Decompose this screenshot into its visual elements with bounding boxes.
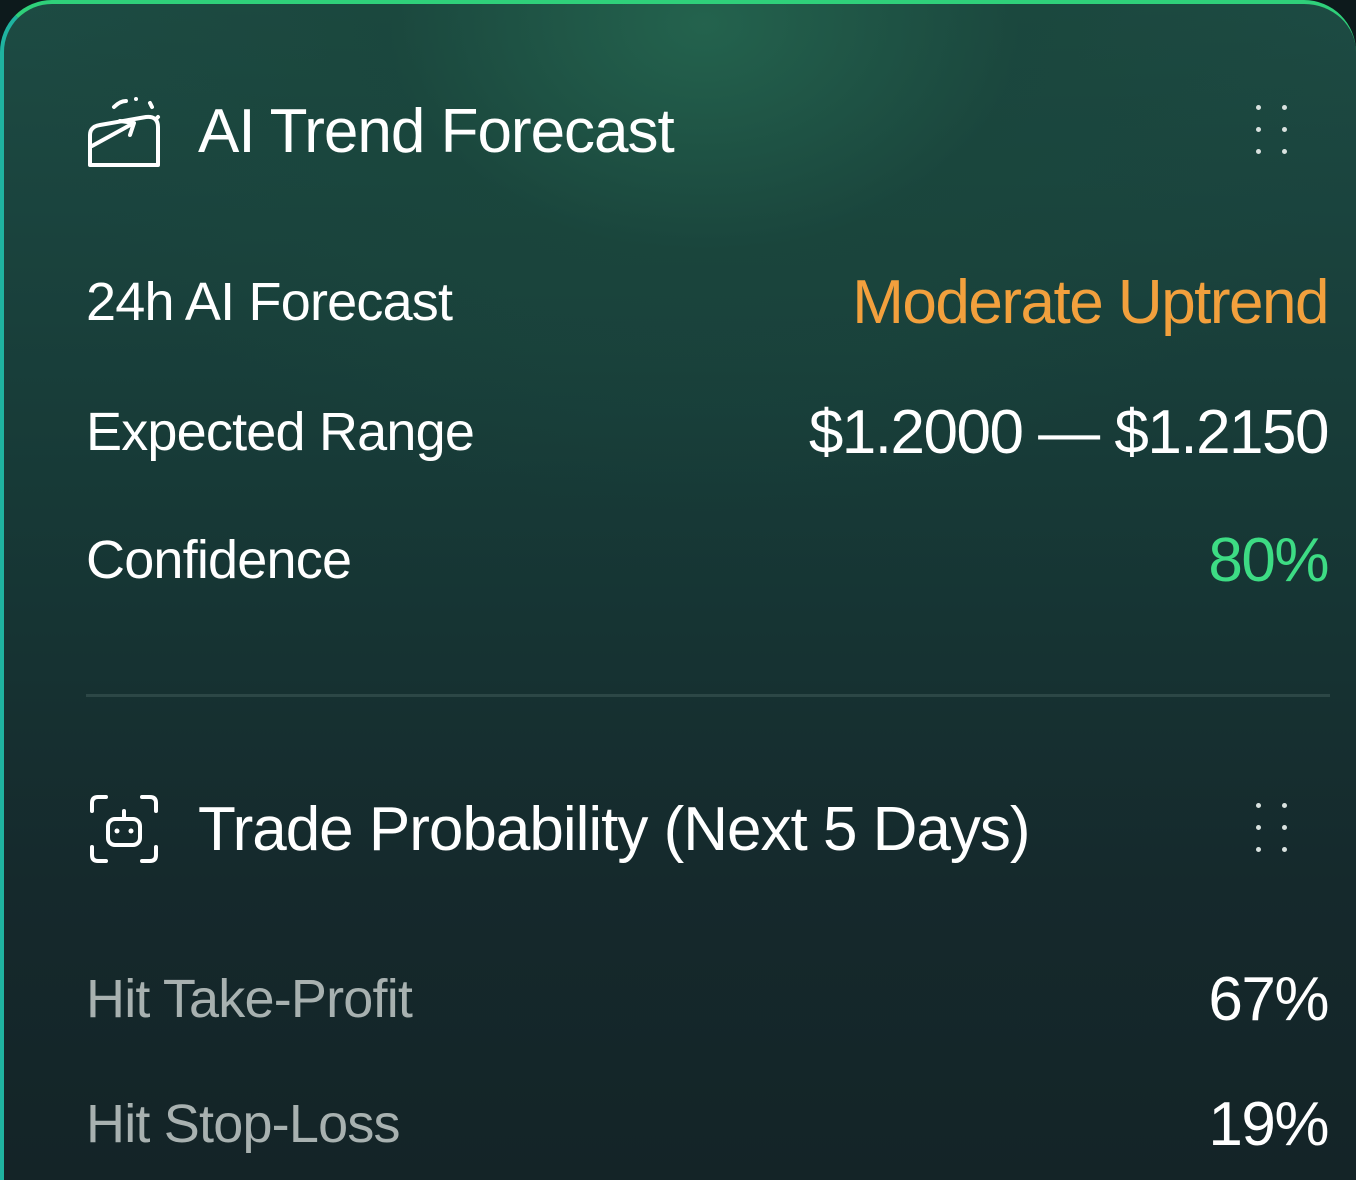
forecast-value: Moderate Uptrend bbox=[852, 267, 1329, 337]
expected-range-row: Expected Range $1.2000 — $1.2150 bbox=[86, 392, 1330, 472]
section-divider bbox=[86, 694, 1330, 697]
row-label: 24h AI Forecast bbox=[86, 272, 453, 332]
confidence-value: 80% bbox=[1208, 525, 1329, 595]
trade-probability-header: Trade Probability (Next 5 Days) bbox=[84, 784, 1328, 874]
section-title: Trade Probability (Next 5 Days) bbox=[198, 794, 1031, 864]
take-profit-row: Hit Take-Profit 67% bbox=[86, 959, 1329, 1039]
confidence-row: Confidence 80% bbox=[86, 520, 1329, 600]
expected-range-value: $1.2000 — $1.2150 bbox=[808, 397, 1330, 467]
ai-trend-forecast-header: AI Trend Forecast bbox=[84, 86, 1328, 176]
row-label: Expected Range bbox=[86, 402, 475, 462]
take-profit-value: 67% bbox=[1208, 964, 1329, 1034]
stop-loss-value: 19% bbox=[1208, 1089, 1329, 1159]
row-label: Confidence bbox=[86, 530, 352, 590]
more-vertical-icon[interactable] bbox=[1254, 103, 1294, 159]
ai-trend-icon bbox=[84, 89, 168, 173]
row-label: Hit Take-Profit bbox=[86, 969, 413, 1029]
ai-insights-card: AI Trend Forecast 24h AI Forecast Modera… bbox=[0, 0, 1356, 1180]
more-vertical-icon[interactable] bbox=[1254, 801, 1294, 857]
forecast-row: 24h AI Forecast Moderate Uptrend bbox=[86, 262, 1329, 342]
robot-scan-icon bbox=[84, 787, 168, 871]
row-label: Hit Stop-Loss bbox=[86, 1094, 401, 1154]
stop-loss-row: Hit Stop-Loss 19% bbox=[86, 1084, 1329, 1164]
section-title: AI Trend Forecast bbox=[198, 96, 675, 166]
